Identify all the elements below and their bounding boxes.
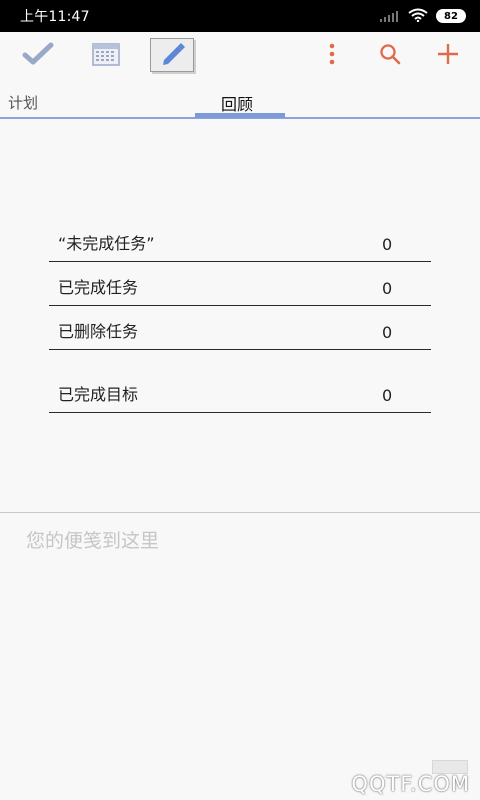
check-icon xyxy=(22,42,54,70)
stat-value: 0 xyxy=(382,386,393,405)
stat-row-goals: 已完成目标 0 xyxy=(49,369,431,413)
wifi-icon xyxy=(408,7,428,26)
stat-row-deleted: 已删除任务 0 xyxy=(49,306,431,350)
more-vert-icon xyxy=(328,43,336,69)
calendar-icon xyxy=(92,42,120,70)
tab-bar: 计划 回顾 xyxy=(0,80,480,120)
stat-label: 已删除任务 xyxy=(58,322,139,341)
add-button[interactable] xyxy=(424,32,472,80)
watermark: QQTF.COM xyxy=(351,772,470,796)
review-stats: “未完成任务” 0 已完成任务 0 已删除任务 0 已完成目标 0 xyxy=(0,120,480,512)
stat-row-incomplete: “未完成任务” 0 xyxy=(49,218,431,262)
more-options-button[interactable] xyxy=(308,32,356,80)
stat-label: 已完成任务 xyxy=(58,278,139,297)
status-bar: 上午11:47 82 xyxy=(0,0,480,32)
stat-label: 已完成目标 xyxy=(58,385,139,404)
plus-icon xyxy=(436,42,460,70)
stat-value: 0 xyxy=(382,279,393,298)
tab-active-indicator xyxy=(195,113,285,118)
tab-plan[interactable]: 计划 xyxy=(8,92,38,113)
notes-placeholder: 您的便笺到这里 xyxy=(26,530,160,552)
search-button[interactable] xyxy=(366,32,414,80)
notes-button[interactable] xyxy=(150,38,194,72)
pencil-icon xyxy=(158,40,186,70)
status-time: 上午11:47 xyxy=(20,9,90,25)
calendar-button[interactable] xyxy=(82,32,130,80)
stat-label: “未完成任务” xyxy=(58,234,155,253)
tab-review[interactable]: 回顾 xyxy=(221,91,253,115)
status-icons: 82 xyxy=(380,7,466,26)
toolbar xyxy=(0,32,480,80)
search-icon xyxy=(379,43,401,69)
stat-value: 0 xyxy=(382,235,393,254)
stat-row-completed: 已完成任务 0 xyxy=(49,262,431,306)
check-button[interactable] xyxy=(14,32,62,80)
battery-icon: 82 xyxy=(436,9,466,23)
stat-value: 0 xyxy=(382,323,393,342)
signal-icon xyxy=(380,7,400,26)
notes-area[interactable]: 您的便笺到这里 QQTF.COM xyxy=(0,513,480,800)
